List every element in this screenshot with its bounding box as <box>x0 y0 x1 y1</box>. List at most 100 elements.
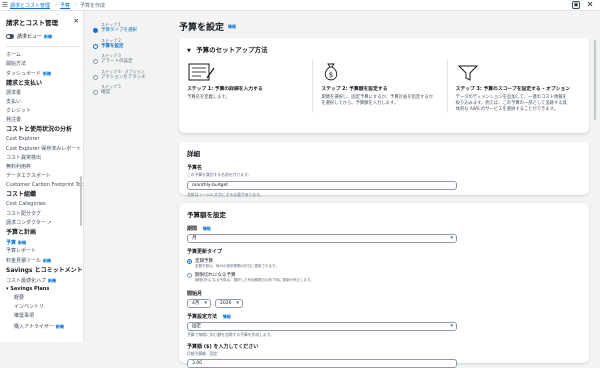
breadcrumb-budgets[interactable]: 予算 <box>60 2 70 9</box>
info-link[interactable]: 情報 <box>228 24 236 30</box>
sidebar-item[interactable]: Cost Categories <box>6 200 83 209</box>
new-badge: 新機 <box>43 258 52 264</box>
step-label: アクションをアタッチ <box>101 74 146 80</box>
sidebar-subitem[interactable]: 購入アナライザー 新機 <box>6 322 83 331</box>
info-link[interactable]: 情報 <box>223 314 231 319</box>
caret-down-icon[interactable]: ▼ <box>187 48 191 54</box>
sidebar-item[interactable]: 開始方法 <box>6 60 83 69</box>
breadcrumb-billing[interactable]: 請求とコスト管理 <box>10 2 50 9</box>
method-step-title: ステップ 2: 予算額を設定する <box>321 87 388 92</box>
sidebar-subitem[interactable]: 概要 <box>6 294 83 303</box>
sidebar-section-heading: 請求と支払い <box>6 79 43 87</box>
setup-method-panel: ▼ 予算のセットアップ方法 ステップ 1: 予算の詳細を入力する 予算名を定義し… <box>179 38 589 133</box>
budget-amount-panel: 予算額を設定 期間 情報 月 予算更新タイプ 定期予算 定期予算は、毎月の請求期… <box>179 203 589 368</box>
expiring-budget-option[interactable]: 期限切れになる予算 期限切れになる予算は、選択した有効期限日の終了時に更新が停止… <box>179 272 589 283</box>
panel-header[interactable]: ▼ 予算のセットアップ方法 <box>179 38 589 60</box>
sidebar-section-heading: 予算と計画 <box>6 229 37 236</box>
budgeting-method-select[interactable]: 固定 <box>187 322 457 331</box>
sidebar-item[interactable]: 無料利用枠 <box>6 163 83 172</box>
budget-name-hint: 名前は 1～100 文字にする必要があります。 <box>187 192 264 197</box>
sidebar-item[interactable]: 請求書 <box>6 89 83 98</box>
page-title: 予算を設定 情報 <box>179 23 237 33</box>
wizard-steps: ステップ 1 予算タイプを選択 ステップ 2 予算を設定 ステップ 3 アラートの設定 ステ… <box>93 22 173 100</box>
billing-view-toggle[interactable]: 請求ビュー 新機 <box>6 33 83 40</box>
sidebar-item[interactable]: 請求コンダクター ↗ <box>6 219 83 228</box>
breadcrumb-separator: › <box>55 2 58 8</box>
sidebar-item[interactable]: コスト異常検出 <box>6 154 83 163</box>
breadcrumb-current: 予算を作成 <box>80 2 106 9</box>
start-year-select[interactable]: 2026 <box>215 299 243 308</box>
money-bag-icon: $ <box>321 60 436 82</box>
start-month-label: 開始月 <box>187 291 203 297</box>
wizard-step-3: ステップ 3 アラートの設定 <box>93 53 173 65</box>
budget-name-label: 予算名 <box>187 165 203 171</box>
sidebar-item[interactable]: 支払い <box>6 98 83 107</box>
main-scrollbar[interactable] <box>594 40 596 120</box>
sidebar-item[interactable]: データエクスポート <box>6 172 83 181</box>
sidebar-subitem[interactable]: 推奨事項 <box>6 312 83 321</box>
panel-header: 詳細 <box>187 150 200 158</box>
sidebar-item[interactable]: コスト配分タグ <box>6 210 83 219</box>
recurring-budget-option[interactable]: 定期予算 定期予算は、毎月の請求期間の初日に更新されます。 <box>179 258 589 269</box>
close-sidebar-icon[interactable]: ✕ <box>74 17 79 27</box>
scrollbar[interactable] <box>80 176 82 226</box>
budget-amount-input[interactable]: 3.00 <box>187 359 457 368</box>
radio-selected[interactable] <box>187 259 192 264</box>
svg-text:$: $ <box>329 71 333 79</box>
wizard-step-4: ステップ 4 - オプション アクションをアタッチ <box>93 69 173 81</box>
sidebar-title: 請求とコスト管理 ✕ <box>6 17 79 27</box>
new-badge: 新機 <box>55 323 64 329</box>
new-badge: 新機 <box>43 71 52 77</box>
method-step-2: $ ステップ 2: 予算額を設定する 期間を選択し、固定予算にするか、予算計画を… <box>312 60 446 113</box>
sidebar-item[interactable]: コスト最適化ハブ 新機 <box>6 276 83 285</box>
sidebar-item[interactable]: 発注書 <box>6 116 83 125</box>
form-icon <box>187 60 302 82</box>
sidebar-section-heading: コスト組織 <box>6 191 37 199</box>
divider <box>6 46 79 47</box>
sidebar-item[interactable]: Cost Explorer 保存済みレポート <box>6 145 83 154</box>
method-step-desc: データのディメンションを追加して、一連のコスト情報を絞り込みます。例えば、この予… <box>455 95 567 112</box>
start-month-select[interactable]: 4月 <box>187 299 211 308</box>
details-panel: 詳細 予算名 この予算を識別する名前を付けます。 monthly-budget … <box>179 142 589 197</box>
method-step-1: ステップ 1: 予算の詳細を入力する 予算名を定義します。 <box>187 60 312 113</box>
sidebar-item-active[interactable]: 予算 新機 <box>6 238 83 247</box>
method-step-title: ステップ 3: 予算のスコープを設定する - オプション <box>455 87 571 92</box>
sidebar-item[interactable]: 料金見積ツール 新機 <box>6 256 83 265</box>
wizard-step-1[interactable]: ステップ 1 予算タイプを選択 <box>93 22 173 34</box>
close-icon[interactable]: ✕ <box>586 1 594 9</box>
step-label: 予算を設定 <box>101 43 124 49</box>
info-link[interactable]: 情報 <box>203 226 211 231</box>
amount-label: 予算額 ($) を入力してください <box>187 344 259 350</box>
toggle-switch[interactable] <box>6 34 14 39</box>
period-select[interactable]: 月 <box>187 234 457 243</box>
breadcrumb-separator: › <box>75 2 78 8</box>
step-indicator <box>93 59 98 64</box>
sidebar-item[interactable]: ホーム <box>6 51 83 60</box>
budgeting-method-desc: 予算で毎期に同じ額を追跡する予算を作成します。 <box>187 332 274 337</box>
sidebar-subitem[interactable]: インベントリ <box>6 303 83 312</box>
sidebar-group[interactable]: ▾ Savings Plans <box>6 285 83 294</box>
amount-desc: 月額予算額 - 固定 <box>187 351 218 356</box>
top-bar: ☰ 請求とコスト管理 › 予算 › 予算を作成 ▣ ✕ <box>0 0 600 11</box>
step-indicator <box>93 90 98 95</box>
sidebar-section-heading: Savings とコミットメント <box>6 266 83 274</box>
sidebar-item[interactable]: ダッシュボード 新機 <box>6 69 83 78</box>
budget-name-input[interactable]: monthly-budget <box>187 181 457 190</box>
sidebar-item[interactable]: 予算レポート <box>6 247 83 256</box>
step-label[interactable]: 予算タイプを選択 <box>93 28 173 34</box>
radio-unselected[interactable] <box>187 273 192 278</box>
panel-toggle-icon[interactable]: ▣ <box>572 1 580 9</box>
new-badge: 新機 <box>18 240 27 245</box>
sidebar-item[interactable]: Cost Explorer <box>6 135 83 144</box>
sidebar-section-heading: コストと使用状況の分析 <box>6 126 73 134</box>
sidebar-item[interactable]: クレジット <box>6 107 83 116</box>
step-indicator <box>93 43 98 49</box>
external-link-icon: ↗ <box>45 219 52 226</box>
period-label: 期間 情報 <box>187 226 211 232</box>
sidebar-item[interactable]: Customer Carbon Footprint Tool <box>6 181 83 190</box>
menu-icon[interactable]: ☰ <box>0 1 10 9</box>
funnel-icon <box>456 60 571 82</box>
method-step-desc: 予算名を定義します。 <box>187 95 230 100</box>
main-content: 予算を設定 情報 ▼ 予算のセットアップ方法 ステップ 1: 予算の詳細を入力す… <box>179 20 589 368</box>
sidebar: 請求とコスト管理 ✕ 請求ビュー 新機 ホーム 開始方法 ダッシュボード 新機 請求と支… <box>0 11 84 342</box>
